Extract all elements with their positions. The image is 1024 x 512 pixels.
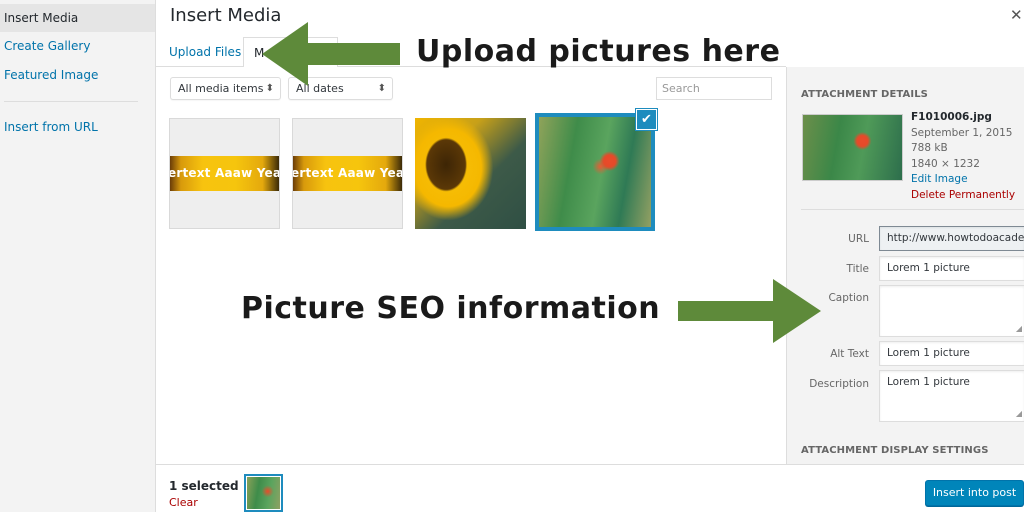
sidebar-item-insert-from-url[interactable]: Insert from URL bbox=[0, 113, 155, 142]
checkmark-icon[interactable]: ✔ bbox=[636, 109, 657, 130]
insert-media-modal: Insert Media Create Gallery Featured Ima… bbox=[0, 0, 1024, 512]
sidebar-divider bbox=[4, 101, 138, 102]
search-input[interactable]: Search bbox=[656, 77, 772, 100]
left-arrow-annotation bbox=[262, 22, 400, 86]
media-toolbar-footer: 1 selected Clear Insert into post bbox=[156, 464, 1024, 512]
right-arrow-shape bbox=[678, 279, 821, 343]
selected-thumbnail[interactable] bbox=[244, 474, 283, 512]
details-divider bbox=[801, 209, 1024, 210]
clear-selection-link[interactable]: Clear bbox=[169, 496, 198, 509]
seo-annotation-text: Picture SEO information bbox=[241, 291, 661, 326]
insert-into-post-button[interactable]: Insert into post bbox=[925, 480, 1024, 506]
attachment-thumbnail bbox=[802, 114, 903, 181]
left-arrow-shape bbox=[262, 22, 400, 86]
caption-field[interactable]: ◢ bbox=[879, 285, 1024, 337]
edit-image-link[interactable]: Edit Image bbox=[911, 172, 1015, 188]
caption-label: Caption bbox=[828, 292, 869, 304]
delete-permanently-link[interactable]: Delete Permanently bbox=[911, 188, 1015, 204]
sunflower-image bbox=[415, 118, 526, 229]
attachment-details-heading: ATTACHMENT DETAILS bbox=[801, 89, 928, 100]
close-icon[interactable]: ✕ bbox=[1010, 6, 1024, 24]
media-sidebar: Insert Media Create Gallery Featured Ima… bbox=[0, 0, 156, 512]
url-label: URL bbox=[848, 233, 869, 245]
url-field[interactable]: http://www.howtodoacaden bbox=[879, 226, 1024, 251]
selection-count: 1 selected bbox=[169, 479, 239, 493]
description-label: Description bbox=[809, 378, 869, 390]
sidebar-item-insert-media[interactable]: Insert Media bbox=[0, 4, 155, 32]
upload-annotation-text: Upload pictures here bbox=[416, 34, 781, 69]
alt-text-field[interactable]: Lorem 1 picture bbox=[879, 341, 1024, 366]
tab-upload-files[interactable]: Upload Files bbox=[169, 37, 241, 67]
attachment-size: 788 kB bbox=[911, 142, 948, 154]
media-item[interactable] bbox=[415, 118, 526, 229]
title-label: Title bbox=[846, 263, 869, 275]
red-flower-image bbox=[539, 117, 651, 227]
title-field[interactable]: Lorem 1 picture bbox=[879, 256, 1024, 281]
banner-image: ertext Aaaw Yeaah bbox=[170, 156, 279, 191]
attachment-details-panel: ATTACHMENT DETAILS F1010006.jpg Septembe… bbox=[786, 67, 1024, 464]
media-item-selected[interactable] bbox=[535, 113, 655, 231]
description-value: Lorem 1 picture bbox=[887, 376, 970, 388]
attachment-date: September 1, 2015 bbox=[911, 126, 1013, 139]
media-type-filter-value: All media items bbox=[178, 82, 264, 95]
alt-text-label: Alt Text bbox=[830, 348, 869, 360]
resize-handle-icon[interactable]: ◢ bbox=[1016, 322, 1022, 335]
media-item[interactable]: ertext Aaaw Yeaah bbox=[292, 118, 403, 229]
banner-image: ertext Aaaw Yeaah bbox=[293, 156, 402, 191]
display-settings-heading: ATTACHMENT DISPLAY SETTINGS bbox=[801, 445, 989, 456]
media-library-content: All media items ⬍ All dates ⬍ Search ert… bbox=[156, 67, 786, 464]
attachment-dimensions: 1840 × 1232 bbox=[911, 157, 980, 170]
media-item[interactable]: ertext Aaaw Yeaah bbox=[169, 118, 280, 229]
resize-handle-icon[interactable]: ◢ bbox=[1016, 407, 1022, 420]
attachment-info: F1010006.jpg September 1, 2015 788 kB 18… bbox=[911, 110, 1015, 203]
right-arrow-annotation bbox=[678, 279, 821, 343]
attachment-filename: F1010006.jpg bbox=[911, 111, 992, 123]
description-field[interactable]: Lorem 1 picture ◢ bbox=[879, 370, 1024, 422]
sidebar-item-create-gallery[interactable]: Create Gallery bbox=[0, 32, 155, 61]
sidebar-item-featured-image[interactable]: Featured Image bbox=[0, 61, 155, 90]
